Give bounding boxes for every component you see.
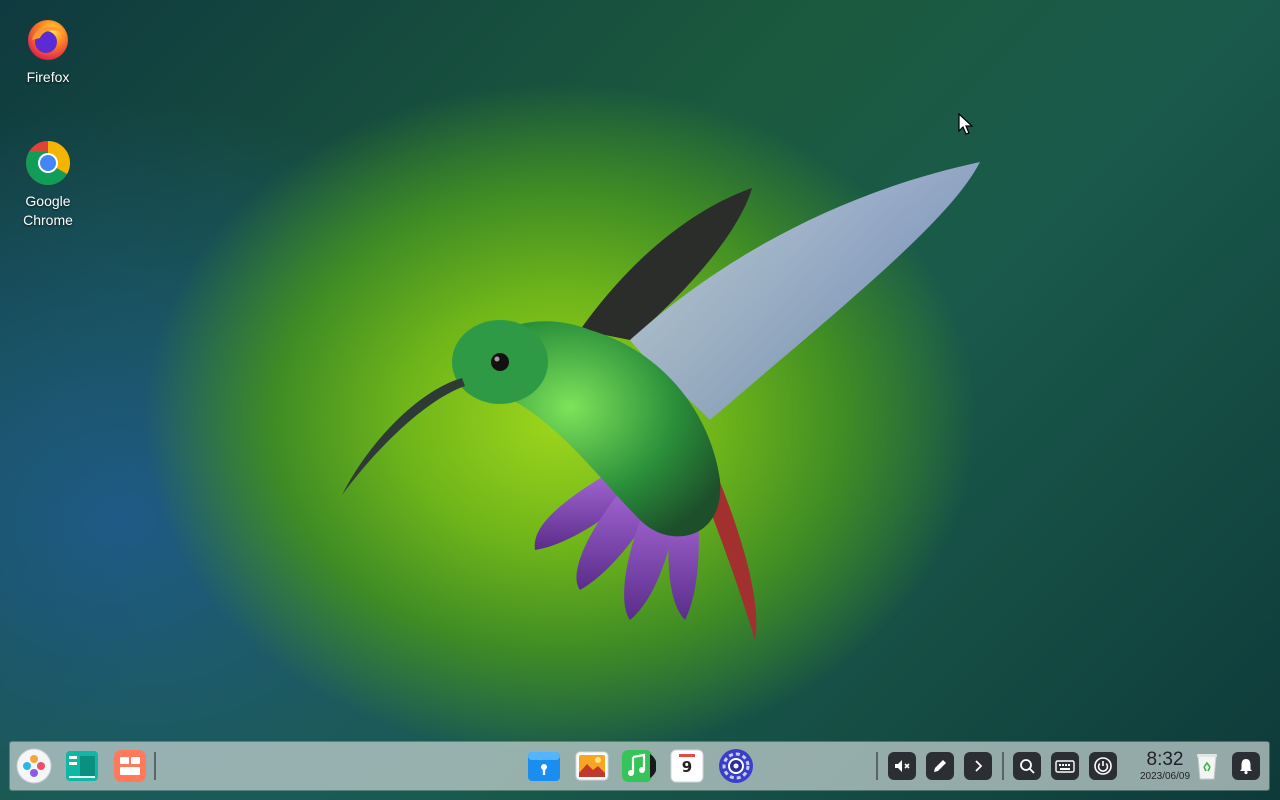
- clock-time[interactable]: 8:32: [1136, 749, 1194, 771]
- terminal-button[interactable]: [64, 748, 100, 784]
- expand-tray-button[interactable]: [964, 752, 992, 780]
- keyboard-button[interactable]: [1051, 752, 1079, 780]
- app-store-icon: [114, 750, 146, 782]
- power-icon: [1094, 757, 1112, 775]
- search-icon: [1020, 759, 1035, 774]
- image-viewer-icon: [575, 751, 609, 781]
- settings-button[interactable]: [718, 748, 754, 784]
- volume-button[interactable]: [888, 752, 916, 780]
- trash-icon: [1197, 754, 1217, 780]
- volume-muted-icon: [895, 760, 910, 772]
- pen-icon: [934, 760, 946, 772]
- power-button[interactable]: [1089, 752, 1117, 780]
- pen-button[interactable]: [926, 752, 954, 780]
- mouse-cursor: [958, 113, 974, 135]
- settings-icon: [719, 749, 753, 783]
- dock-separator: [154, 752, 156, 780]
- launcher-button[interactable]: [16, 748, 52, 784]
- trash-button[interactable]: [1190, 749, 1224, 783]
- dock-separator: [876, 752, 878, 780]
- notifications-button[interactable]: [1232, 752, 1260, 780]
- search-button[interactable]: [1013, 752, 1041, 780]
- file-manager-icon: [528, 752, 560, 781]
- dock: 9 8:32 2023/06/09: [10, 742, 1269, 790]
- desktop-icon-firefox[interactable]: Firefox: [5, 18, 91, 87]
- desktop-icon-label: Firefox: [26, 69, 70, 85]
- file-manager-button[interactable]: [526, 748, 562, 784]
- calendar-button[interactable]: 9: [669, 748, 705, 784]
- music-button[interactable]: [620, 748, 657, 784]
- music-icon: [622, 750, 657, 782]
- image-viewer-button[interactable]: [574, 748, 610, 784]
- launcher-icon: [16, 748, 52, 784]
- notification-bell-icon: [1240, 759, 1252, 775]
- chevron-right-icon: [975, 760, 983, 772]
- terminal-icon: [66, 751, 98, 781]
- keyboard-icon: [1055, 760, 1075, 773]
- desktop-icon-chrome[interactable]: Google Chrome: [5, 140, 91, 230]
- chrome-icon: [26, 141, 70, 185]
- hummingbird-wallpaper: [342, 162, 980, 640]
- dock-separator: [1002, 752, 1004, 780]
- app-store-button[interactable]: [112, 748, 148, 784]
- firefox-icon: [28, 20, 68, 60]
- calendar-day: 9: [681, 758, 693, 776]
- desktop-icon-label: Google Chrome: [23, 193, 73, 228]
